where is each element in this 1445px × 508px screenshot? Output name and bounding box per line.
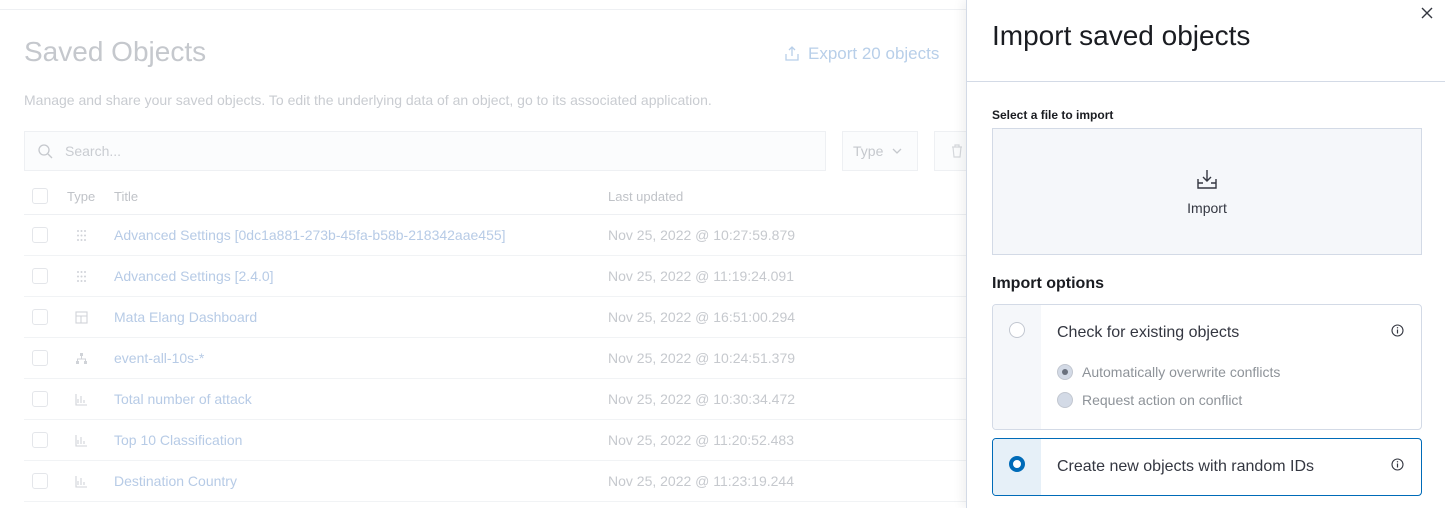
visualization-icon [75, 434, 87, 447]
export-label: Export 20 objects [808, 44, 940, 63]
row-updated: Nov 25, 2022 @ 11:20:52.483 [608, 432, 794, 448]
column-header-updated[interactable]: Last updated [608, 189, 970, 204]
search-input[interactable] [65, 143, 765, 159]
saved-objects-table: Type Title Last updated Advanced Setting… [24, 178, 970, 502]
table-row: Destination Country Nov 25, 2022 @ 11:23… [24, 461, 970, 502]
row-title-link[interactable]: event-all-10s-* [114, 350, 608, 366]
search-bar [24, 131, 826, 171]
file-picker[interactable]: Import [992, 128, 1422, 255]
sub-option-overwrite[interactable]: Automatically overwrite conflicts [1057, 364, 1280, 380]
option-check-existing[interactable]: Check for existing objects Automatically… [992, 304, 1422, 430]
sub-option-request-action-radio[interactable] [1057, 392, 1073, 408]
sub-option-request-action-label: Request action on conflict [1082, 392, 1243, 408]
option-check-existing-label: Check for existing objects [1057, 324, 1240, 341]
option-radio-rail [993, 439, 1041, 495]
type-filter-button[interactable]: Type [842, 131, 918, 171]
table-row: Mata Elang Dashboard Nov 25, 2022 @ 16:5… [24, 297, 970, 338]
advanced-settings-icon [77, 270, 86, 282]
column-header-title[interactable]: Title [114, 189, 608, 204]
row-title-link[interactable]: Mata Elang Dashboard [114, 309, 608, 325]
table-row: Advanced Settings [2.4.0] Nov 25, 2022 @… [24, 256, 970, 297]
row-checkbox[interactable] [32, 473, 48, 489]
visualization-icon [75, 393, 87, 406]
import-options-title: Import options [992, 275, 1104, 292]
row-updated: Nov 25, 2022 @ 11:23:19.244 [608, 473, 794, 489]
trash-icon [952, 144, 962, 158]
row-title-link[interactable]: Total number of attack [114, 391, 608, 407]
row-checkbox[interactable] [32, 268, 48, 284]
row-updated: Nov 25, 2022 @ 10:24:51.379 [608, 350, 796, 366]
option-radio-rail [993, 305, 1041, 429]
info-icon[interactable] [1391, 458, 1404, 471]
row-title-link[interactable]: Advanced Settings [2.4.0] [114, 268, 608, 284]
info-icon[interactable] [1391, 324, 1404, 337]
flyout-title: Import saved objects [992, 20, 1251, 51]
row-checkbox[interactable] [32, 391, 48, 407]
chevron-down-icon [892, 148, 902, 154]
row-checkbox[interactable] [32, 350, 48, 366]
option-create-new[interactable]: Create new objects with random IDs [992, 438, 1422, 496]
row-title-link[interactable]: Destination Country [114, 473, 608, 489]
export-icon [785, 46, 799, 61]
type-filter-label: Type [853, 143, 884, 159]
option-create-new-radio[interactable] [1009, 456, 1025, 472]
row-checkbox[interactable] [32, 227, 48, 243]
file-picker-prompt: Import [1187, 199, 1227, 216]
index-pattern-icon [76, 352, 87, 364]
header-divider [0, 9, 970, 10]
import-icon [1197, 169, 1217, 189]
row-title-link[interactable]: Advanced Settings [0dc1a881-273b-45fa-b5… [114, 227, 608, 243]
sub-option-overwrite-label: Automatically overwrite conflicts [1082, 364, 1281, 380]
select-all-checkbox[interactable] [32, 188, 48, 204]
advanced-settings-icon [77, 229, 86, 241]
row-updated: Nov 25, 2022 @ 10:27:59.879 [608, 227, 796, 243]
import-flyout: Import saved objects Select a file to im… [966, 0, 1445, 508]
table-row: Top 10 Classification Nov 25, 2022 @ 11:… [24, 420, 970, 461]
page-description: Manage and share your saved objects. To … [24, 92, 712, 108]
sub-option-request-action[interactable]: Request action on conflict [1057, 392, 1242, 408]
option-create-new-label: Create new objects with random IDs [1057, 458, 1314, 475]
table-header: Type Title Last updated [24, 178, 970, 215]
close-icon[interactable] [1420, 6, 1434, 20]
row-updated: Nov 25, 2022 @ 16:51:00.294 [608, 309, 796, 325]
row-checkbox[interactable] [32, 309, 48, 325]
table-row: Total number of attack Nov 25, 2022 @ 10… [24, 379, 970, 420]
column-header-type[interactable]: Type [67, 189, 114, 204]
row-title-link[interactable]: Top 10 Classification [114, 432, 608, 448]
row-checkbox[interactable] [32, 432, 48, 448]
table-row: event-all-10s-* Nov 25, 2022 @ 10:24:51.… [24, 338, 970, 379]
dashboard-icon [75, 310, 88, 324]
flyout-divider [967, 81, 1445, 82]
page-title: Saved Objects [24, 36, 207, 67]
search-icon [38, 144, 53, 159]
sub-option-overwrite-radio[interactable] [1057, 364, 1073, 380]
row-updated: Nov 25, 2022 @ 10:30:34.472 [608, 391, 796, 407]
file-picker-label: Select a file to import [992, 108, 1114, 122]
row-updated: Nov 25, 2022 @ 11:19:24.091 [608, 268, 794, 284]
table-row: Advanced Settings [0dc1a881-273b-45fa-b5… [24, 215, 970, 256]
export-button[interactable]: Export 20 objects [784, 44, 939, 64]
visualization-icon [75, 475, 87, 488]
option-check-existing-radio[interactable] [1009, 322, 1025, 338]
